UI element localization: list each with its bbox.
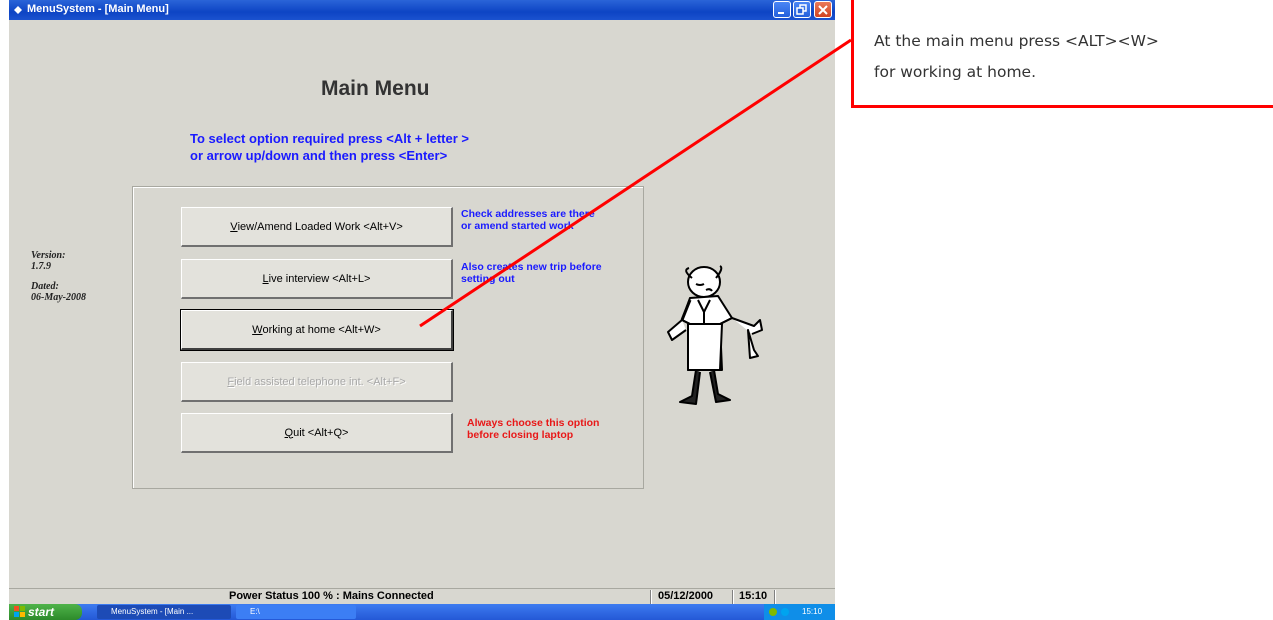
annotation-pointer-line	[419, 38, 852, 328]
